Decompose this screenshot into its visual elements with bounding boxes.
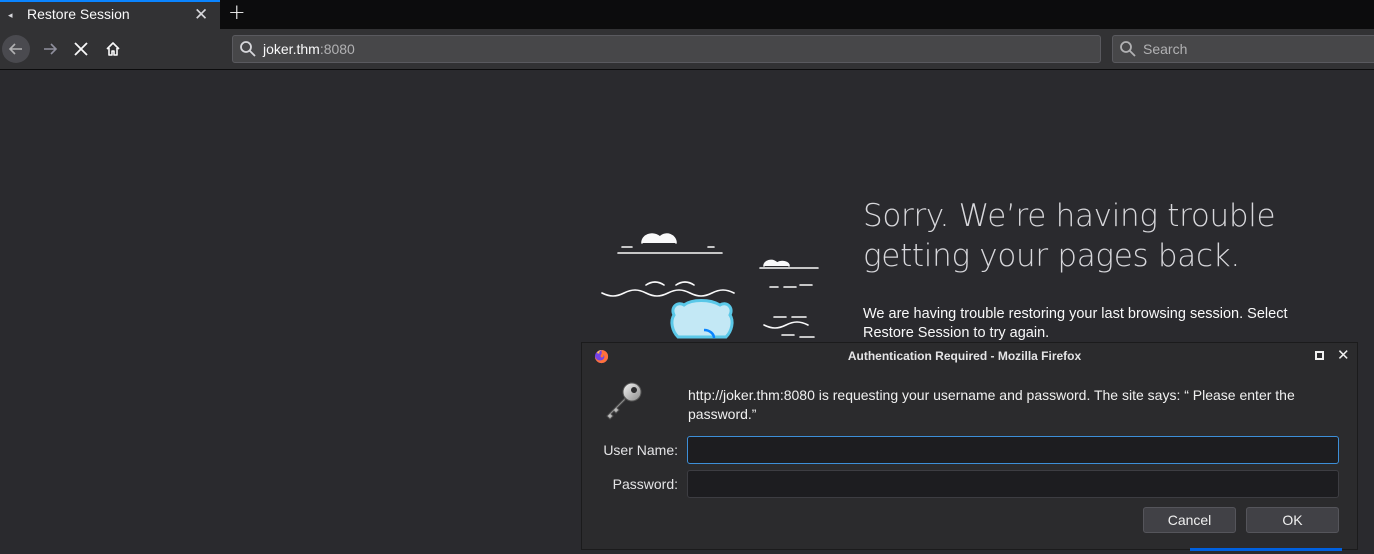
dialog-title: Authentication Required - Mozilla Firefo… bbox=[847, 349, 1082, 363]
username-label: User Name: bbox=[603, 442, 678, 458]
restore-illustration bbox=[601, 233, 819, 339]
password-field[interactable] bbox=[687, 470, 1339, 498]
tab-title: Restore Session bbox=[27, 6, 130, 22]
page-headline: Sorry. We’re having trouble getting your… bbox=[863, 198, 1276, 274]
url-bar[interactable]: joker.thm:8080 bbox=[232, 35, 1101, 63]
password-label: Password: bbox=[612, 476, 678, 492]
stop-button[interactable] bbox=[67, 35, 95, 63]
restore-session-button-edge[interactable] bbox=[1190, 548, 1342, 551]
url-host: joker.thm bbox=[263, 41, 320, 57]
stop-icon bbox=[74, 42, 88, 56]
new-tab-button[interactable]: + bbox=[228, 0, 246, 24]
home-icon bbox=[106, 42, 120, 56]
url-port: :8080 bbox=[319, 41, 355, 57]
search-icon bbox=[1120, 41, 1136, 57]
auth-dialog: Authentication Required - Mozilla Firefo… bbox=[581, 342, 1358, 550]
forward-button[interactable] bbox=[36, 35, 64, 63]
cancel-button[interactable]: Cancel bbox=[1143, 507, 1236, 533]
search-icon bbox=[240, 41, 256, 57]
home-button[interactable] bbox=[99, 35, 127, 63]
tab-favicon-icon: ◂ bbox=[8, 11, 13, 21]
key-icon bbox=[606, 382, 642, 420]
forward-arrow-icon bbox=[44, 43, 58, 55]
page-description: We are having trouble restoring your las… bbox=[863, 306, 1288, 341]
back-button[interactable] bbox=[2, 35, 30, 63]
ok-button[interactable]: OK bbox=[1246, 507, 1339, 533]
close-icon[interactable]: ✕ bbox=[1337, 346, 1350, 364]
dialog-message: http://joker.thm:8080 is requesting your… bbox=[688, 387, 1295, 422]
search-placeholder: Search bbox=[1143, 41, 1188, 57]
dialog-titlebar[interactable]: Authentication Required - Mozilla Firefo… bbox=[582, 343, 1357, 370]
search-bar[interactable]: Search bbox=[1112, 35, 1374, 63]
tab-restore-session[interactable]: ◂ Restore Session ✕ bbox=[0, 0, 220, 29]
maximize-icon[interactable] bbox=[1315, 351, 1324, 360]
nav-bar: joker.thm:8080 Search bbox=[0, 29, 1374, 70]
url-text: joker.thm:8080 bbox=[263, 41, 355, 57]
tab-strip: ◂ Restore Session ✕ + bbox=[0, 0, 1374, 29]
tab-close-icon[interactable]: ✕ bbox=[194, 5, 208, 25]
username-field[interactable] bbox=[687, 436, 1339, 464]
back-arrow-icon bbox=[8, 43, 22, 55]
